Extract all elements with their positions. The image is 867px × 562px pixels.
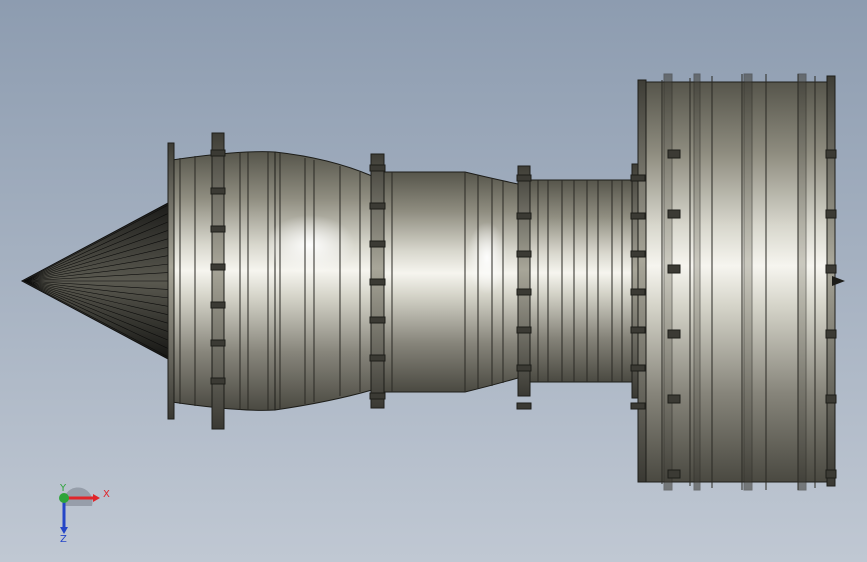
z-arrow-head: [60, 527, 68, 534]
y-axis-label: Y: [59, 484, 67, 494]
z-axis-label: Z: [60, 534, 67, 544]
x-axis-label: X: [103, 489, 110, 500]
x-arrow-head: [93, 494, 100, 502]
y-axis-dot: [59, 493, 69, 503]
cad-viewport[interactable]: X Y Z: [0, 0, 867, 562]
fan-hub[interactable]: [167, 132, 276, 430]
turbofan-engine-model[interactable]: [0, 0, 867, 562]
nose-cone[interactable]: [20, 201, 171, 361]
axis-triad: X Y Z: [59, 484, 110, 544]
low-pressure-compressor[interactable]: [274, 151, 385, 411]
